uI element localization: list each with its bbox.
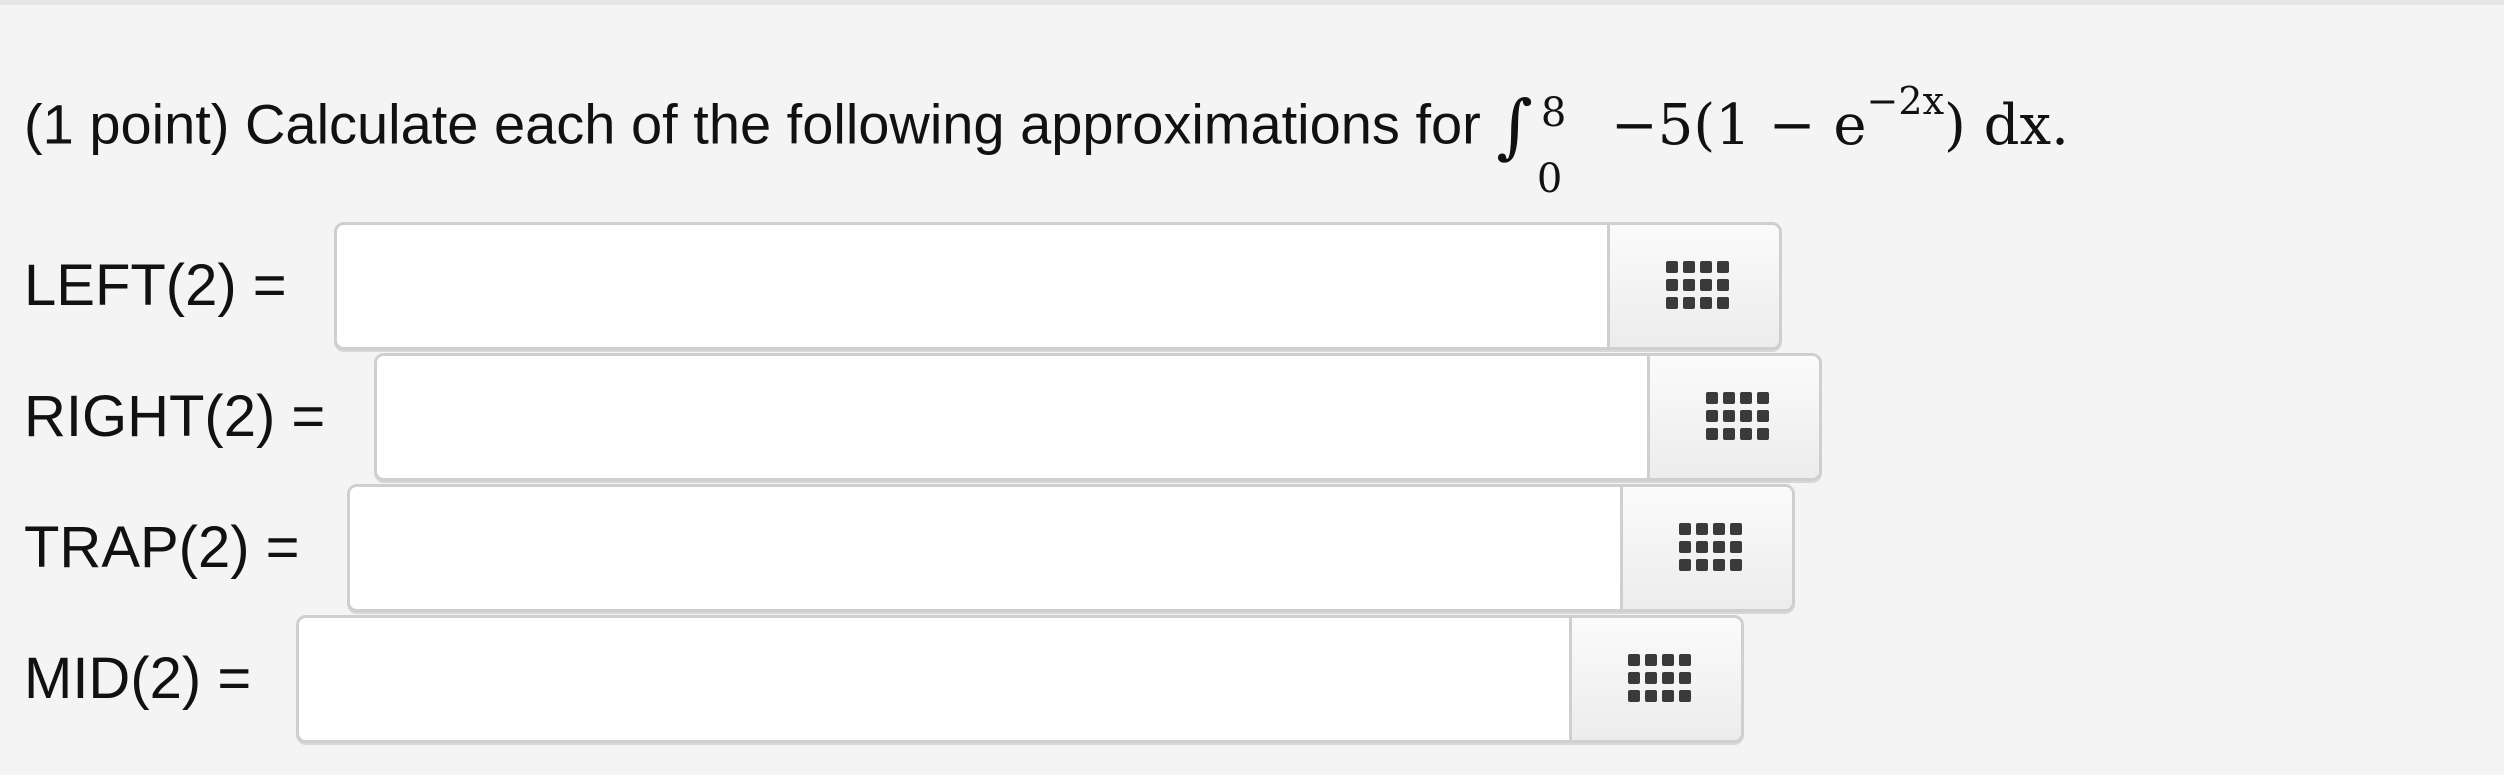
answer-box-trap [347,484,1795,612]
answer-label-trap: TRAP(2) = [24,515,300,580]
question-text: (1 point) Calculate each of the followin… [24,71,2069,202]
integrand-part1: −5(1 − e [1610,92,1867,158]
integral-lower-limit: 0 [1536,156,1563,203]
answer-row-trap: TRAP(2) = [0,484,1810,612]
answer-input-left[interactable] [337,225,1607,347]
keypad-button-mid[interactable] [1569,618,1741,740]
keypad-grid-icon [1706,392,1769,440]
answer-input-mid[interactable] [299,618,1569,740]
question-panel: (1 point) Calculate each of the followin… [0,0,2504,775]
answer-input-trap[interactable] [350,487,1620,609]
answer-row-right: RIGHT(2) = [0,353,1840,481]
integral-limits: 80 [1537,90,1573,202]
answer-input-right[interactable] [377,356,1647,478]
answer-row-mid: MID(2) = [0,615,1760,743]
answer-label-right: RIGHT(2) = [24,384,326,449]
keypad-grid-icon [1628,654,1691,702]
integrand-part2: ) dx. [1944,92,2069,158]
answer-label-mid: MID(2) = [24,646,252,711]
answer-box-right [374,353,1822,481]
answer-box-left [334,222,1782,350]
answer-row-left: LEFT(2) = [0,222,1800,350]
answer-label-left: LEFT(2) = [24,253,287,318]
answer-box-mid [296,615,1744,743]
keypad-button-trap[interactable] [1620,487,1792,609]
exponent: −2x [1866,79,1944,123]
question-prefix: (1 point) Calculate each of the followin… [24,92,1481,156]
integral-expression: ∫ 8 0 −5(1 − e−2x) dx. [1496,71,2069,202]
integral-symbol: ∫ [1496,84,1533,167]
keypad-button-left[interactable] [1607,225,1779,347]
keypad-grid-icon [1666,261,1729,309]
keypad-button-right[interactable] [1647,356,1819,478]
integrand: −5(1 − e−2x) dx. [1610,79,2069,158]
keypad-grid-icon [1679,523,1742,571]
